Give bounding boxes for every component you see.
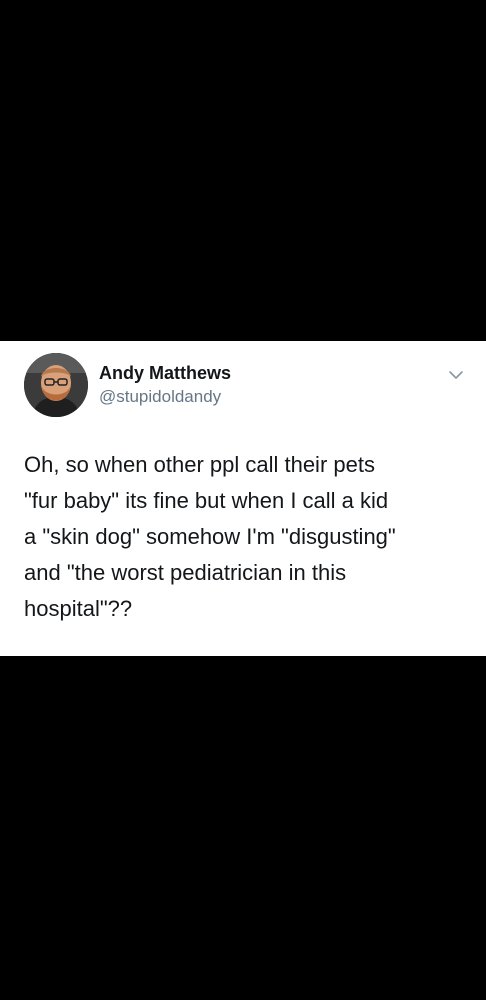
avatar[interactable]: [24, 353, 88, 417]
author-name[interactable]: Andy Matthews: [99, 363, 231, 384]
tweet-text-line: a "skin dog" somehow I'm "disgusting": [24, 524, 396, 549]
tweet-card: Andy Matthews @stupidoldandy Oh, so when…: [0, 341, 486, 656]
chevron-down-icon[interactable]: [448, 367, 464, 383]
tweet-text-line: and "the worst pediatrician in this: [24, 560, 347, 585]
tweet-text: Oh, so when other ppl call their pets "f…: [24, 447, 476, 627]
tweet-text-line: Oh, so when other ppl call their pets: [24, 452, 375, 477]
author-handle[interactable]: @stupidoldandy: [99, 387, 221, 407]
tweet-text-line: "fur baby" its fine but when I call a ki…: [24, 488, 389, 513]
profile-photo-icon: [24, 353, 88, 417]
tweet-text-line: hospital"??: [24, 596, 133, 621]
screenshot-page: Andy Matthews @stupidoldandy Oh, so when…: [0, 0, 486, 1000]
